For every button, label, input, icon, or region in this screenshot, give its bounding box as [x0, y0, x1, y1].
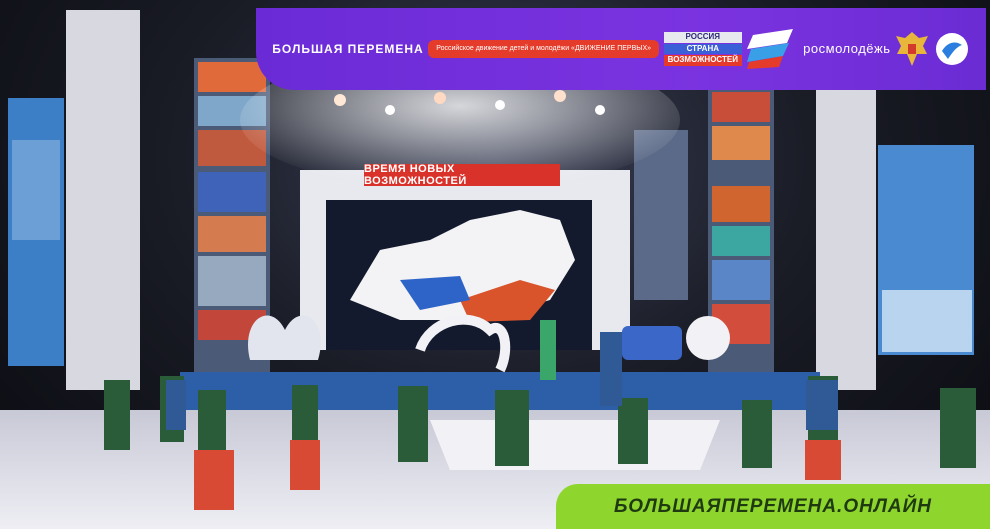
globe-dove-icon: [935, 33, 968, 65]
dvizhenie-pervyh-logo: Российское движение детей и молодёжи «ДВ…: [428, 40, 660, 58]
stage-banner: ВРЕМЯ НОВЫХ ВОЗМОЖНОСТЕЙ: [364, 163, 560, 187]
rsv-logo-line: ВОЗМОЖНОСТЕЙ: [663, 55, 742, 66]
rsv-logo-line: РОССИЯ: [663, 32, 742, 43]
partner-logos-bar: БОЛЬШАЯ ПЕРЕМЕНА Российское движение дет…: [256, 8, 986, 90]
rosmolodezh-logo: росмолодёжь: [803, 41, 891, 57]
website-url: БОЛЬШАЯПЕРЕМЕНА.ОНЛАЙН: [614, 495, 932, 517]
coat-of-arms-icon: [896, 32, 929, 66]
rsv-logo: РОССИЯ СТРАНА ВОЗМОЖНОСТЕЙ: [663, 31, 742, 66]
concert-photo: ВРЕМЯ НОВЫХ ВОЗМОЖНОСТЕЙ БОЛЬШАЯ ПЕРЕМЕН…: [0, 0, 990, 529]
flag-ribbon-icon: [746, 29, 793, 69]
rsv-logo-line: СТРАНА: [663, 43, 742, 55]
website-footer-banner: БОЛЬШАЯПЕРЕМЕНА.ОНЛАЙН: [556, 484, 990, 529]
bolshaya-peremena-logo: БОЛЬШАЯ ПЕРЕМЕНА: [272, 41, 424, 56]
